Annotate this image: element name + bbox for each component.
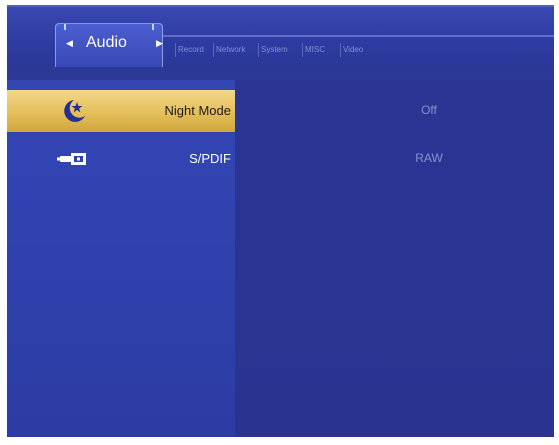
tab-system[interactable]: System — [258, 43, 302, 57]
night-mode-moon-icon — [64, 100, 85, 122]
setting-row-night-mode[interactable]: Night Mode Off — [7, 90, 554, 132]
tab-misc[interactable]: MISC — [302, 43, 340, 57]
setting-value[interactable]: RAW — [235, 151, 554, 165]
tab-corner-tick — [64, 24, 66, 30]
tab-record[interactable]: Record — [175, 43, 213, 57]
top-border-line — [7, 5, 554, 7]
settings-label-panel — [7, 80, 235, 437]
spdif-connector-icon — [57, 153, 86, 165]
tab-audio[interactable]: ◀ Audio ▶ — [55, 23, 163, 67]
tab-bar: ◀ Audio ▶ Record Network System MISC Vid… — [7, 5, 554, 67]
setting-row-spdif[interactable]: S/PDIF RAW — [7, 138, 554, 180]
settings-value-panel — [235, 80, 554, 437]
tab-network[interactable]: Network — [213, 43, 258, 57]
tab-divider-line — [127, 35, 554, 37]
setting-label: S/PDIF — [189, 151, 231, 166]
arrow-right-icon[interactable]: ▶ — [156, 38, 163, 49]
arrow-left-icon[interactable]: ◀ — [66, 38, 73, 49]
tab-corner-tick — [152, 24, 154, 30]
setting-value[interactable]: Off — [235, 103, 554, 117]
setting-label: Night Mode — [164, 103, 231, 118]
settings-screen: ◀ Audio ▶ Record Network System MISC Vid… — [7, 5, 554, 437]
tab-video[interactable]: Video — [340, 43, 400, 57]
tab-audio-label: Audio — [86, 34, 127, 51]
